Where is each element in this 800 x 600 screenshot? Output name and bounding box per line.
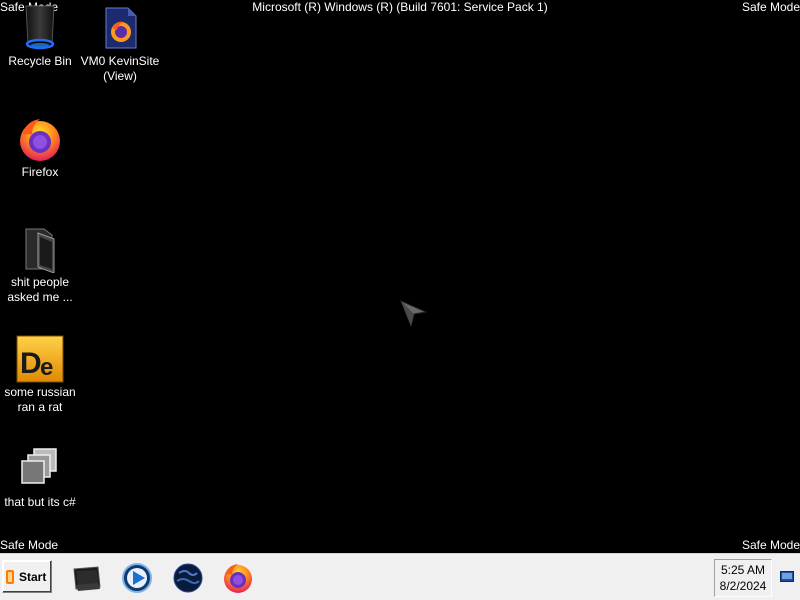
explorer-icon[interactable] bbox=[70, 561, 104, 595]
start-label: Start bbox=[19, 569, 47, 584]
desktop-icon-label: that but its c# bbox=[4, 495, 76, 509]
desktop-icon-label: Firefox bbox=[21, 165, 59, 179]
system-clock[interactable]: 5:25 AM 8/2/2024 bbox=[714, 559, 772, 597]
windows-stack-icon bbox=[16, 445, 64, 493]
desktop-icon-label: VM0 KevinSite (View) bbox=[80, 54, 160, 83]
desktop-icon-csharp[interactable]: that but its c# bbox=[0, 445, 80, 510]
firefox-shortcut-icon bbox=[96, 4, 144, 52]
taskbar: Start 5:25 AM 8/2/2024 bbox=[0, 553, 800, 600]
start-button[interactable]: Start bbox=[2, 560, 52, 593]
desktop-icon-label: shit people asked me ... bbox=[7, 275, 73, 304]
desktop-icon-vm0-kevinsite[interactable]: VM0 KevinSite (View) bbox=[80, 4, 160, 84]
desktop-icon-folder[interactable]: shit people asked me ... bbox=[0, 225, 80, 305]
safe-mode-label-bottom-right: Safe Mode bbox=[741, 538, 800, 552]
desktop-icon-recycle-bin[interactable]: Recycle Bin bbox=[0, 4, 80, 69]
recycle-bin-icon bbox=[16, 4, 64, 52]
desktop-icon-firefox[interactable]: Firefox bbox=[0, 115, 80, 180]
clock-date: 8/2/2024 bbox=[719, 579, 767, 593]
svg-text:e: e bbox=[40, 354, 53, 381]
firefox-icon bbox=[16, 115, 64, 163]
desktop-icon-label: Recycle Bin bbox=[8, 54, 72, 68]
folder-icon bbox=[16, 225, 64, 274]
mouse-cursor-icon bbox=[400, 300, 428, 328]
dreamweaver-icon: D e bbox=[16, 335, 64, 383]
start-logo-icon bbox=[6, 569, 14, 584]
desktop-icon-label: some russian ran a rat bbox=[4, 385, 76, 414]
clock-time: 5:25 AM bbox=[720, 563, 766, 577]
desktop[interactable]: Safe Mode Microsoft (R) Windows (R) (Bui… bbox=[0, 0, 800, 553]
media-player-icon[interactable] bbox=[120, 561, 154, 595]
safe-mode-label-bottom-left: Safe Mode bbox=[0, 538, 59, 552]
desktop-icon-dreamweaver[interactable]: D e some russian ran a rat bbox=[0, 335, 80, 415]
globe-icon[interactable] bbox=[171, 561, 205, 595]
svg-text:D: D bbox=[20, 347, 42, 380]
firefox-icon[interactable] bbox=[221, 561, 255, 595]
safe-mode-label-top-right: Safe Mode bbox=[741, 0, 800, 14]
show-desktop-icon[interactable] bbox=[780, 570, 794, 582]
